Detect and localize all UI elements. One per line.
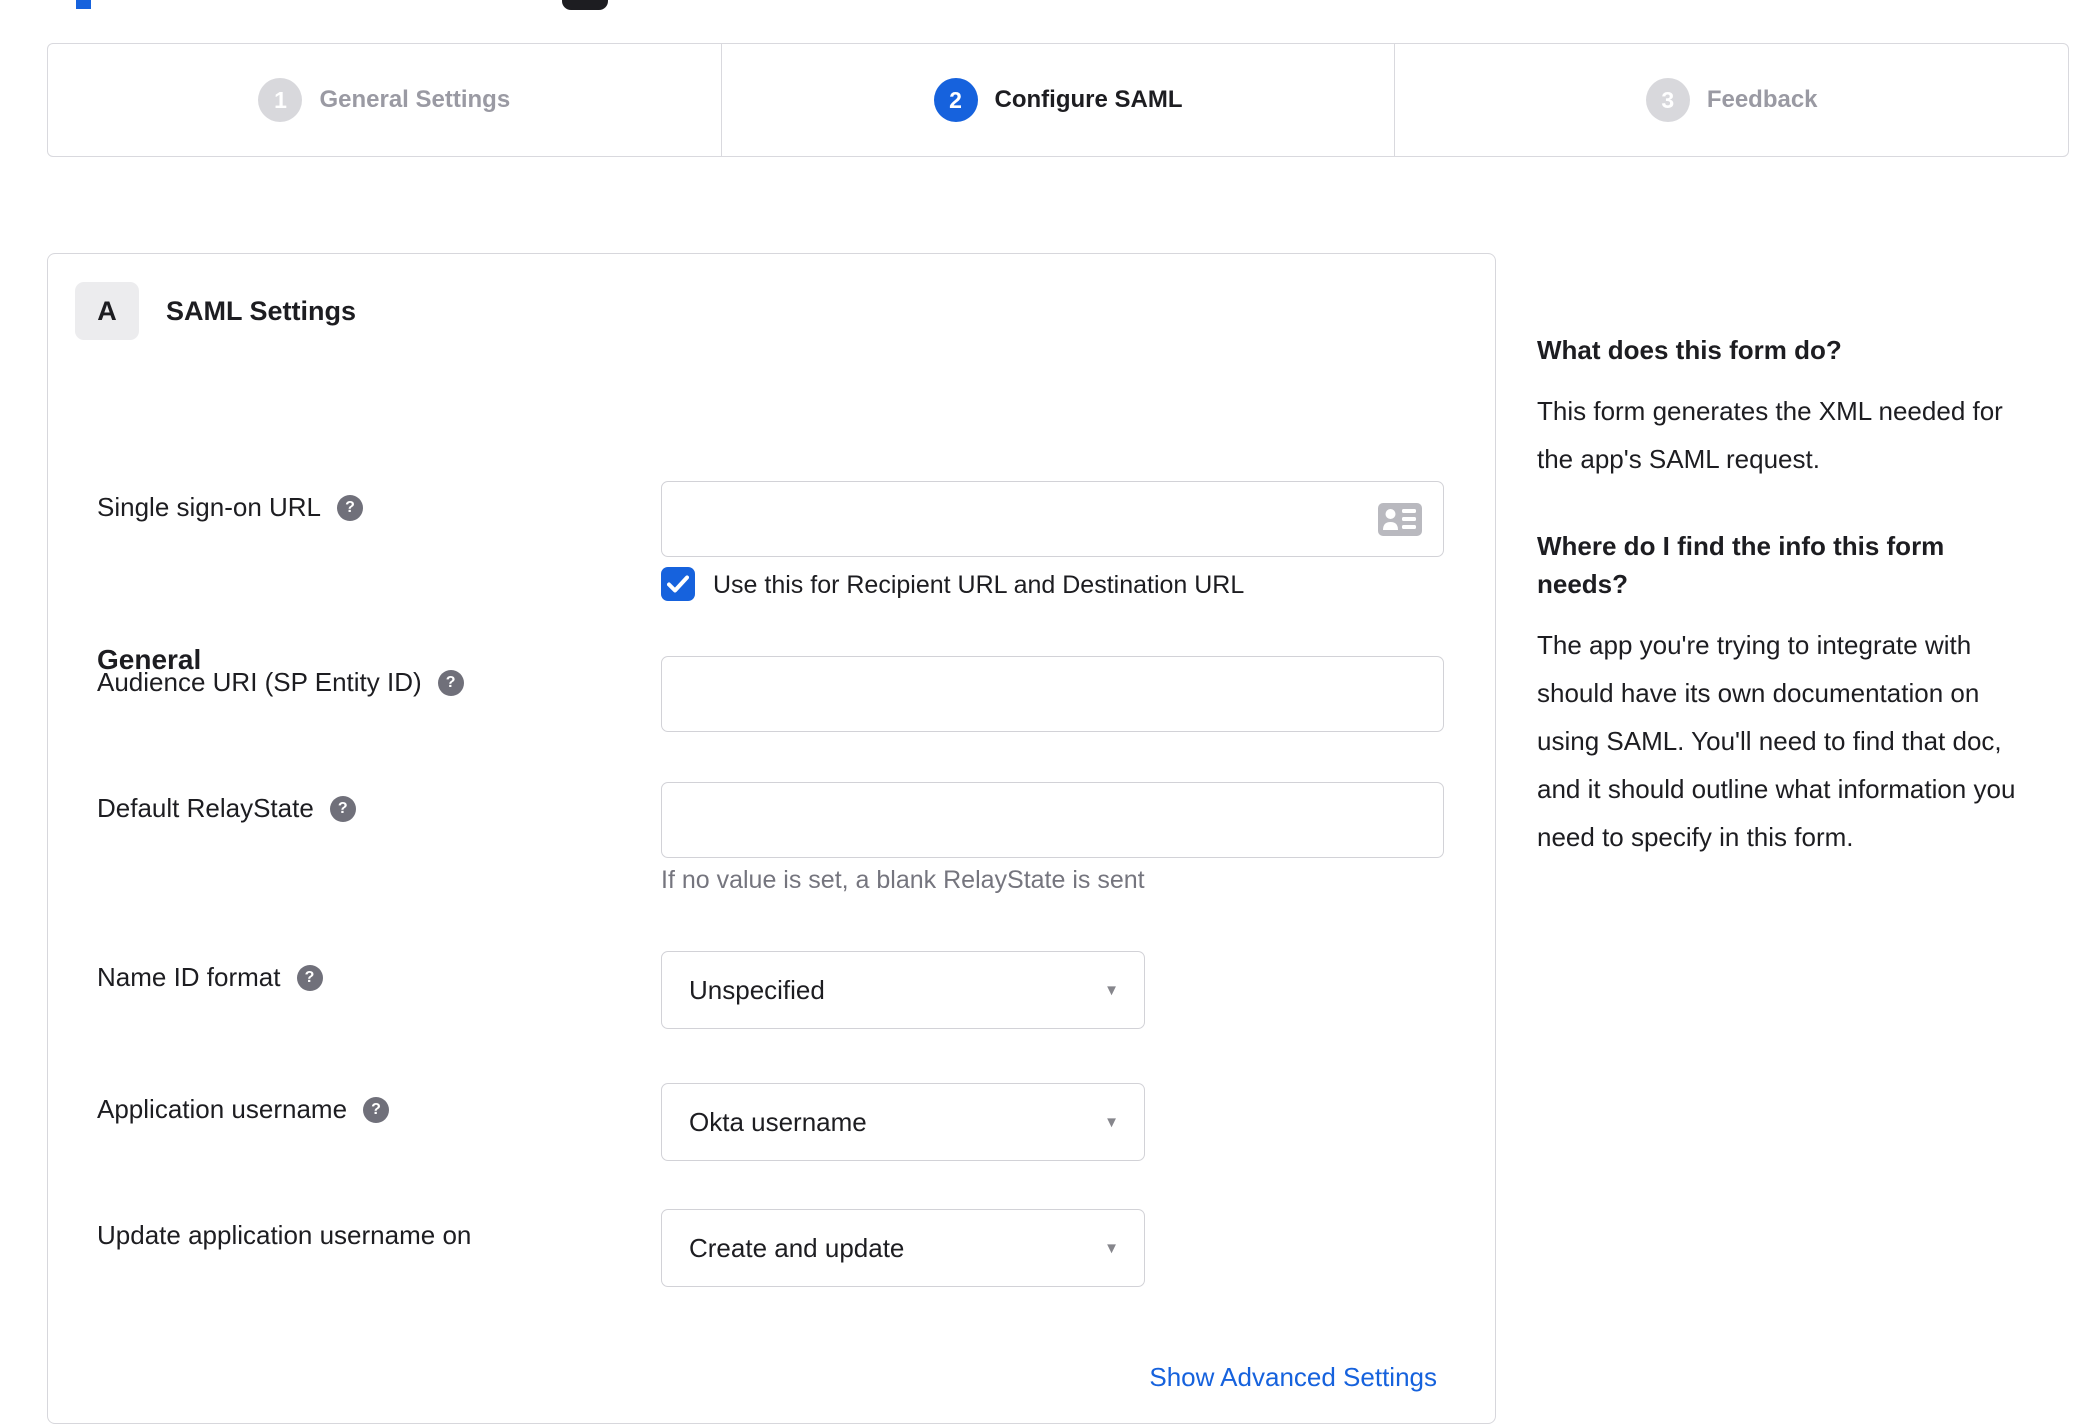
sso-url-label-row: Single sign-on URL ? [97, 492, 364, 523]
app-username-select[interactable]: Okta username ▼ [661, 1083, 1145, 1161]
audience-uri-input[interactable] [661, 656, 1444, 732]
recipient-url-checkbox[interactable] [661, 567, 695, 601]
relay-state-helper-text: If no value is set, a blank RelayState i… [661, 866, 1145, 894]
step-label: Feedback [1706, 86, 1818, 113]
help-icon[interactable]: ? [329, 795, 356, 822]
step-label: Configure SAML [994, 86, 1183, 113]
name-id-format-label: Name ID format [97, 962, 281, 992]
audience-uri-label-row: Audience URI (SP Entity ID) ? [97, 667, 464, 698]
relay-state-label-row: Default RelayState ? [97, 793, 356, 824]
sidebar-answer-2: The app you're trying to integrate with … [1537, 630, 2016, 852]
saml-settings-panel: A SAML Settings General Single sign-on U… [47, 253, 1496, 1424]
update-app-username-select[interactable]: Create and update ▼ [661, 1209, 1145, 1287]
name-id-format-select[interactable]: Unspecified ▼ [661, 951, 1145, 1029]
step-feedback[interactable]: 3 Feedback [1394, 44, 2068, 156]
step-number-badge: 2 [933, 78, 978, 122]
help-sidebar: What does this form do? This form genera… [1537, 331, 2037, 861]
contact-card-icon [1378, 503, 1422, 536]
update-app-username-label: Update application username on [97, 1220, 472, 1250]
sso-url-label: Single sign-on URL [97, 492, 322, 522]
help-icon[interactable]: ? [337, 494, 364, 521]
cutoff-icon-fragment [562, 0, 608, 10]
step-general-settings[interactable]: 1 General Settings [48, 44, 721, 156]
app-username-label: Application username [97, 1094, 348, 1124]
cutoff-title-fragment [76, 0, 91, 9]
name-id-format-label-row: Name ID format ? [97, 962, 323, 993]
wizard-stepper: 1 General Settings 2 Configure SAML 3 Fe… [47, 43, 2069, 157]
sidebar-question-2: Where do I find the info this form needs… [1537, 531, 1945, 599]
step-number-badge: 1 [258, 78, 303, 122]
update-app-username-label-row: Update application username on [97, 1220, 471, 1251]
sso-url-input[interactable] [661, 481, 1444, 557]
chevron-down-icon: ▼ [1104, 1240, 1119, 1258]
help-icon[interactable]: ? [437, 669, 464, 696]
chevron-down-icon: ▼ [1104, 982, 1119, 1000]
help-icon[interactable]: ? [363, 1096, 390, 1123]
update-app-username-value: Create and update [689, 1232, 905, 1263]
relay-state-input[interactable] [661, 782, 1444, 858]
help-icon[interactable]: ? [296, 964, 323, 991]
checkmark-icon [667, 575, 689, 593]
show-advanced-settings-link[interactable]: Show Advanced Settings [1149, 1362, 1437, 1393]
relay-state-label: Default RelayState [97, 793, 314, 823]
name-id-format-value: Unspecified [689, 974, 825, 1005]
chevron-down-icon: ▼ [1104, 1114, 1119, 1132]
sidebar-answer-1: This form generates the XML needed for t… [1537, 396, 2003, 474]
app-username-value: Okta username [689, 1106, 867, 1137]
audience-uri-label: Audience URI (SP Entity ID) [97, 667, 422, 697]
step-configure-saml[interactable]: 2 Configure SAML [720, 44, 1395, 156]
section-title: SAML Settings [166, 295, 357, 326]
app-username-label-row: Application username ? [97, 1094, 390, 1125]
section-a-badge: A [75, 282, 139, 340]
recipient-url-checkbox-label: Use this for Recipient URL and Destinati… [713, 571, 1245, 599]
step-label: General Settings [319, 86, 511, 113]
step-number-badge: 3 [1645, 78, 1690, 122]
sidebar-question-1: What does this form do? [1537, 335, 1842, 365]
